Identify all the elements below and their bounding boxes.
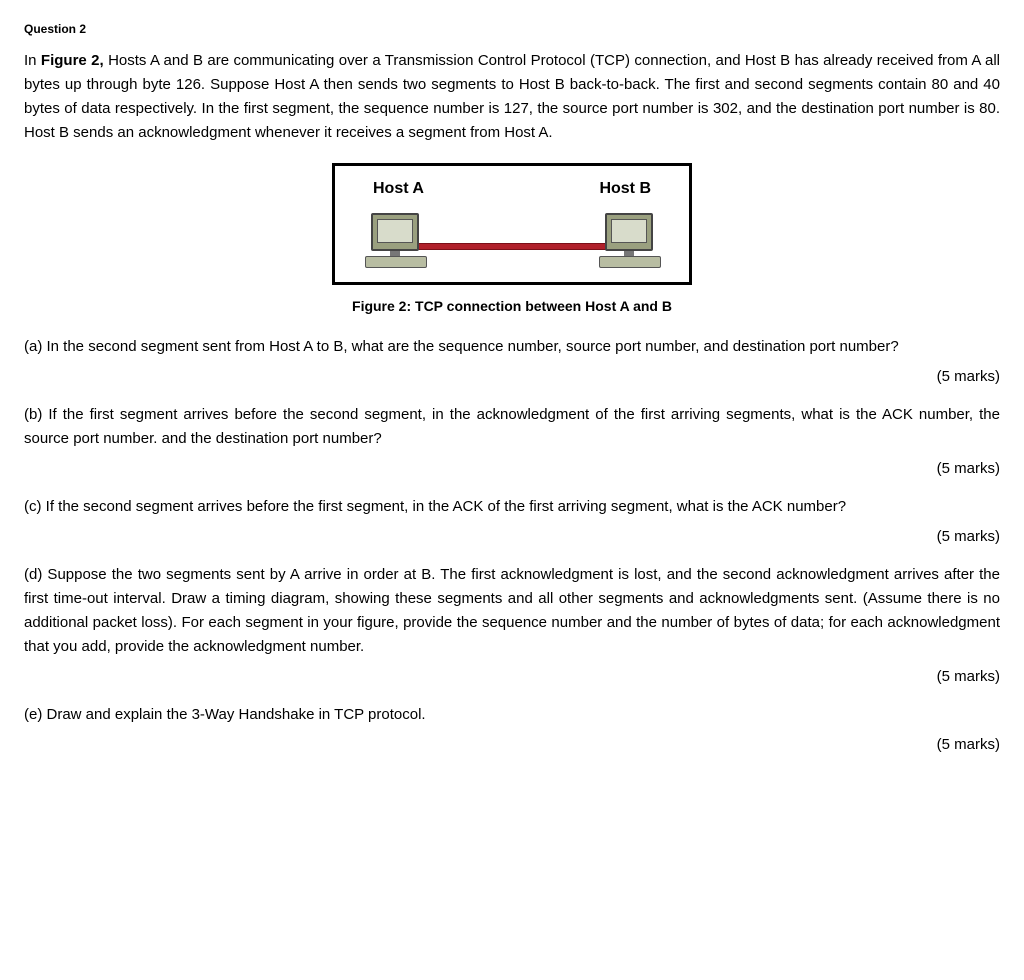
host-b-label: Host B	[599, 176, 651, 202]
part-e-text: (e) Draw and explain the 3-Way Handshake…	[24, 703, 1000, 727]
part-c-marks: (5 marks)	[24, 525, 1000, 549]
question-intro: In Figure 2, Hosts A and B are communica…	[24, 49, 1000, 145]
host-a-computer-icon	[365, 213, 425, 268]
network-cable-icon	[417, 243, 607, 250]
part-a-marks: (5 marks)	[24, 365, 1000, 389]
intro-prefix: In	[24, 52, 41, 69]
figure-box: Host A Host B	[332, 163, 692, 285]
figure-caption: Figure 2: TCP connection between Host A …	[24, 295, 1000, 317]
host-b-computer-icon	[599, 213, 659, 268]
part-d-text: (d) Suppose the two segments sent by A a…	[24, 563, 1000, 659]
part-b-marks: (5 marks)	[24, 457, 1000, 481]
part-b-text: (b) If the first segment arrives before …	[24, 403, 1000, 451]
question-label: Question 2	[24, 20, 1000, 39]
part-c-text: (c) If the second segment arrives before…	[24, 495, 1000, 519]
figure-container: Host A Host B	[24, 163, 1000, 285]
figure-reference: Figure 2,	[41, 52, 104, 69]
part-e-marks: (5 marks)	[24, 733, 1000, 757]
part-a-text: (a) In the second segment sent from Host…	[24, 335, 1000, 359]
host-a-label: Host A	[373, 176, 424, 202]
intro-rest: Hosts A and B are communicating over a T…	[24, 52, 1000, 141]
part-d-marks: (5 marks)	[24, 665, 1000, 689]
